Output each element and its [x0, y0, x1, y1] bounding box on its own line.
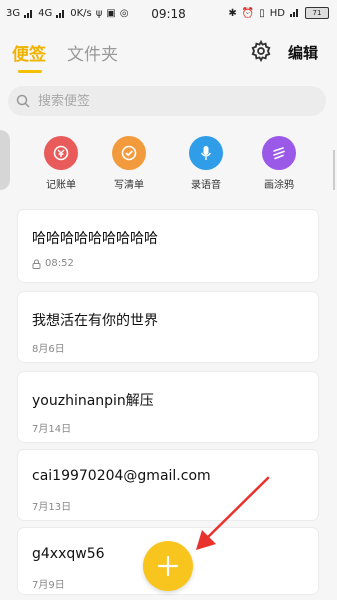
checklist-icon	[112, 136, 146, 170]
note-title: youzhinanpin解压	[32, 393, 154, 409]
vibrate-icon: ▯	[259, 7, 265, 19]
note-title: cai19970204@gmail.com	[32, 468, 211, 484]
alarm-icon: ⏰	[241, 7, 255, 19]
note-card[interactable]: 哈哈哈哈哈哈哈哈哈 08:52	[18, 210, 318, 282]
note-card[interactable]: 我想活在有你的世界 8月6日	[18, 292, 318, 362]
add-note-button[interactable]	[143, 541, 193, 591]
quick-checklist-button[interactable]: 写清单	[99, 136, 159, 191]
quick-doodle-button[interactable]: 画涂鸦	[249, 136, 309, 191]
note-meta: 08:52	[32, 258, 74, 269]
note-meta: 7月13日	[32, 498, 71, 513]
edit-button[interactable]: 编辑	[288, 42, 318, 63]
ledger-icon	[44, 136, 78, 170]
quick-voice-label: 录语音	[191, 180, 221, 191]
side-drawer-handle[interactable]	[0, 130, 10, 190]
tab-indicator	[18, 70, 42, 73]
bluetooth-icon: ✱	[228, 7, 237, 19]
doodle-icon	[262, 136, 296, 170]
tab-notes[interactable]: 便签	[12, 40, 46, 65]
note-date: 8月6日	[32, 344, 65, 355]
note-meta: 7月14日	[32, 420, 71, 435]
quick-doodle-label: 画涂鸦	[264, 180, 294, 191]
signal-icon	[290, 9, 298, 17]
quick-voice-button[interactable]: 录语音	[176, 136, 236, 191]
microphone-icon	[189, 136, 223, 170]
lock-icon	[32, 259, 41, 269]
quick-ledger-button[interactable]: 记账单	[31, 136, 91, 191]
quick-ledger-label: 记账单	[46, 180, 76, 191]
gear-icon[interactable]	[250, 40, 272, 62]
note-date: 7月9日	[32, 580, 65, 591]
status-right: ✱ ⏰ ▯ HD 71	[228, 7, 329, 19]
hd-indicator: HD	[269, 7, 285, 19]
note-card[interactable]: cai19970204@gmail.com 7月13日	[18, 450, 318, 520]
search-bar[interactable]	[8, 86, 326, 116]
plus-icon	[157, 555, 179, 577]
note-date: 7月13日	[32, 502, 72, 513]
search-icon	[16, 94, 30, 108]
app-header: 便签 文件夹 编辑	[0, 28, 337, 80]
search-input[interactable]	[36, 93, 300, 110]
note-meta: 7月9日	[32, 576, 65, 591]
note-title: g4xxqw56	[32, 546, 105, 562]
note-card[interactable]: youzhinanpin解压 7月14日	[18, 372, 318, 442]
quick-checklist-label: 写清单	[114, 180, 144, 191]
note-title: 我想活在有你的世界	[32, 313, 158, 329]
tab-folders[interactable]: 文件夹	[67, 40, 118, 65]
note-date: 7月14日	[32, 424, 72, 435]
note-meta: 8月6日	[32, 340, 65, 355]
status-bar: 3G 4G 0K/s ψ ▣ ◎ 09:18 ✱ ⏰ ▯ HD 71	[0, 0, 337, 28]
note-title: 哈哈哈哈哈哈哈哈哈	[32, 231, 158, 247]
scrollbar[interactable]	[333, 150, 335, 190]
battery-icon: 71	[305, 7, 329, 19]
note-date: 08:52	[45, 258, 74, 269]
